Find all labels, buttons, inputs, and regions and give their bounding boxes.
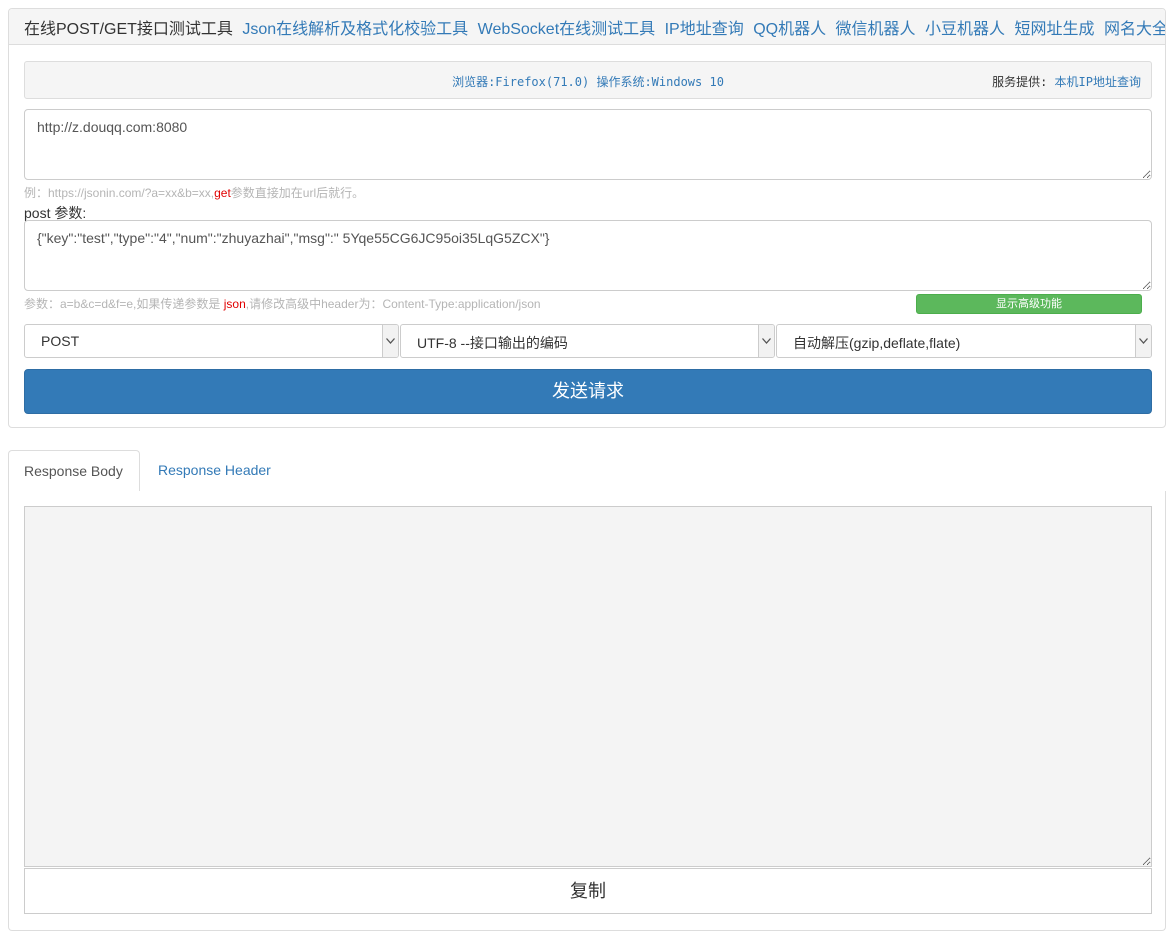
chevron-down-icon[interactable] bbox=[382, 325, 398, 357]
page-title: 在线POST/GET接口测试工具 bbox=[24, 21, 233, 38]
post-hint: 参数：a=b&c=d&f=e,如果传递参数是 json,请修改高级中header… bbox=[24, 295, 541, 312]
encoding-select-value: UTF-8 --接口输出的编码 bbox=[417, 335, 568, 351]
panel-heading: 在线POST/GET接口测试工具 Json在线解析及格式化校验工具 WebSoc… bbox=[9, 9, 1165, 45]
url-hint-suffix: 参数直接加在url后就行。 bbox=[230, 186, 365, 200]
response-panel: 复制 bbox=[8, 491, 1166, 931]
service-label: 服务提供: bbox=[992, 75, 1055, 89]
nav-link-wechat-robot[interactable]: 微信机器人 bbox=[836, 21, 916, 38]
os-label: 操作系统: bbox=[589, 75, 652, 89]
nav-link-short-url[interactable]: 短网址生成 bbox=[1014, 21, 1094, 38]
nav-link-ip-query[interactable]: IP地址查询 bbox=[665, 21, 744, 38]
response-tabs: Response Body Response Header bbox=[8, 450, 1166, 492]
nav-link-qq-robot[interactable]: QQ机器人 bbox=[753, 21, 826, 38]
browser-value: Firefox(71.0) bbox=[495, 75, 590, 89]
post-params-input[interactable]: {"key":"test","type":"4","num":"zhuyazha… bbox=[24, 220, 1152, 291]
encoding-select[interactable]: UTF-8 --接口输出的编码 bbox=[400, 324, 775, 358]
nav-link-json-tool[interactable]: Json在线解析及格式化校验工具 bbox=[242, 21, 468, 38]
post-hint-suffix: ,请修改高级中header为：Content-Type:application/… bbox=[245, 297, 541, 311]
tab-response-body[interactable]: Response Body bbox=[8, 450, 140, 492]
show-advanced-button[interactable]: 显示高级功能 bbox=[916, 294, 1142, 314]
client-info: 浏览器:Firefox(71.0) 操作系统:Windows 10 bbox=[25, 73, 1151, 90]
url-hint-prefix: 例：https://jsonin.com/?a=xx&b=xx, bbox=[24, 186, 215, 200]
url-hint: 例：https://jsonin.com/?a=xx&b=xx,get参数直接加… bbox=[24, 184, 364, 201]
nav-link-nickname[interactable]: 网名大全 bbox=[1104, 21, 1165, 38]
request-panel: 在线POST/GET接口测试工具 Json在线解析及格式化校验工具 WebSoc… bbox=[8, 8, 1166, 428]
post-hint-prefix: 参数：a=b&c=d&f=e,如果传递参数是 bbox=[24, 297, 224, 311]
method-select-value: POST bbox=[41, 333, 80, 349]
client-info-bar: 浏览器:Firefox(71.0) 操作系统:Windows 10 服务提供: … bbox=[24, 61, 1152, 99]
chevron-down-icon[interactable] bbox=[758, 325, 774, 357]
service-provider: 服务提供: 本机IP地址查询 bbox=[992, 73, 1141, 90]
decompress-select[interactable]: 自动解压(gzip,deflate,flate) bbox=[776, 324, 1152, 358]
os-value: Windows 10 bbox=[651, 75, 724, 89]
send-request-button[interactable]: 发送请求 bbox=[24, 369, 1152, 414]
local-ip-link[interactable]: 本机IP地址查询 bbox=[1055, 75, 1141, 89]
url-input[interactable]: http://z.douqq.com:8080 bbox=[24, 109, 1152, 180]
browser-label: 浏览器: bbox=[452, 75, 496, 89]
chevron-down-icon[interactable] bbox=[1135, 325, 1151, 357]
url-hint-get: get bbox=[214, 186, 231, 200]
nav-link-websocket-tool[interactable]: WebSocket在线测试工具 bbox=[478, 21, 656, 38]
response-body-output[interactable] bbox=[24, 506, 1152, 867]
method-select[interactable]: POST bbox=[24, 324, 399, 358]
decompress-select-value: 自动解压(gzip,deflate,flate) bbox=[793, 335, 961, 351]
post-hint-json: json bbox=[223, 297, 246, 311]
copy-button[interactable]: 复制 bbox=[24, 868, 1152, 914]
tab-response-header[interactable]: Response Header bbox=[143, 450, 286, 492]
nav-link-xiaodou-robot[interactable]: 小豆机器人 bbox=[925, 21, 1005, 38]
